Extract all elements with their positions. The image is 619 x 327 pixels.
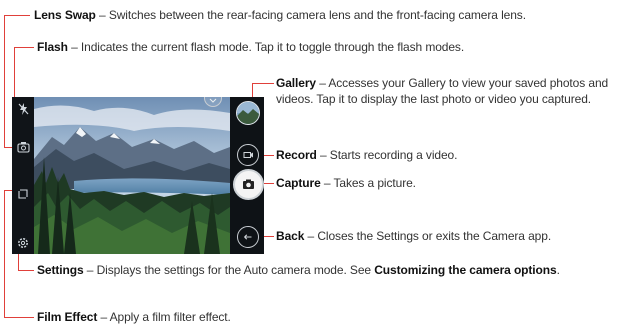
- gallery-callout: Gallery – Accesses your Gallery to view …: [276, 75, 612, 107]
- callout-desc: – Starts recording a video.: [316, 148, 458, 162]
- callout-term: Flash: [37, 40, 68, 54]
- callout-term: Back: [276, 229, 305, 243]
- callout-term: Record: [276, 148, 317, 162]
- settings-callout: Settings – Displays the settings for the…: [37, 262, 597, 278]
- flash-leader-top: [14, 47, 34, 48]
- lens-swap-leader-top: [4, 15, 30, 16]
- settings-leader-bottom: [18, 270, 34, 271]
- chevron-down-icon[interactable]: [204, 97, 222, 107]
- callout-term: Film Effect: [37, 310, 98, 324]
- film-effect-leader: [4, 190, 5, 318]
- callout-desc: – Displays the settings for the Auto cam…: [83, 263, 375, 277]
- film-effect-leader-bottom: [4, 317, 34, 318]
- capture-callout: Capture – Takes a picture.: [276, 175, 416, 191]
- camera-screen: [12, 97, 264, 254]
- callout-term: Lens Swap: [34, 8, 96, 22]
- record-callout: Record – Starts recording a video.: [276, 147, 457, 163]
- callout-term: Capture: [276, 176, 321, 190]
- callout-end: .: [556, 263, 560, 277]
- lens-swap-leader: [4, 15, 5, 147]
- customizing-camera-options-link[interactable]: Customizing the camera options: [374, 263, 556, 277]
- back-arrow-icon[interactable]: [237, 226, 259, 248]
- flash-callout: Flash – Indicates the current flash mode…: [37, 39, 464, 55]
- callout-desc: – Indicates the current flash mode. Tap …: [67, 40, 465, 54]
- film-effect-icon[interactable]: [16, 187, 30, 204]
- callout-desc: – Apply a film filter effect.: [97, 310, 231, 324]
- callout-desc: – Switches between the rear-facing camer…: [95, 8, 526, 22]
- right-control-bar: [230, 97, 264, 254]
- callout-desc: – Closes the Settings or exits the Camer…: [304, 229, 552, 243]
- lens-swap-icon[interactable]: [16, 141, 30, 156]
- gallery-leader: [252, 83, 274, 84]
- callout-term: Gallery: [276, 76, 316, 90]
- settings-gear-icon[interactable]: [16, 237, 30, 252]
- film-effect-callout: Film Effect – Apply a film filter effect…: [37, 309, 231, 325]
- lens-swap-callout: Lens Swap – Switches between the rear-fa…: [34, 7, 526, 23]
- callout-term: Settings: [37, 263, 84, 277]
- flash-off-icon[interactable]: [17, 103, 29, 118]
- callout-desc: – Takes a picture.: [320, 176, 416, 190]
- left-control-bar: [12, 97, 34, 254]
- viewfinder-image: [34, 97, 230, 254]
- camera-shutter-icon[interactable]: [233, 169, 264, 200]
- callout-desc: – Accesses your Gallery to view your sav…: [276, 76, 609, 106]
- back-callout: Back – Closes the Settings or exits the …: [276, 228, 551, 244]
- video-record-icon[interactable]: [237, 144, 259, 166]
- gallery-thumbnail[interactable]: [236, 101, 260, 125]
